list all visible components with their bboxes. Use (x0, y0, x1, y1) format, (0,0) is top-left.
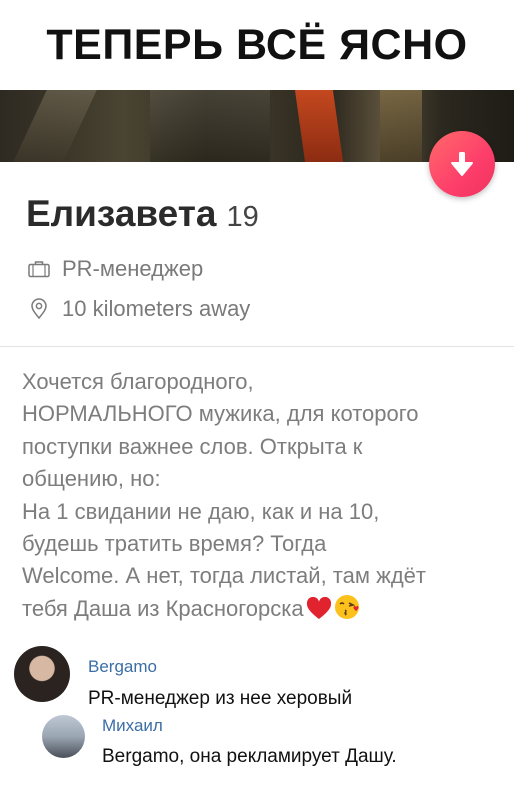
comment-body: Михаил Bergamo, она рекламирует Дашу. (102, 715, 397, 770)
bio-line: общению, но: (22, 466, 161, 492)
face-blowing-kiss-icon (334, 593, 362, 630)
section-divider (0, 346, 514, 347)
job-row: PR-менеджер (28, 256, 203, 282)
profile-age: 19 (226, 201, 259, 233)
bio-line: На 1 свидании не даю, как и на 10, (22, 498, 380, 524)
briefcase-icon (28, 258, 50, 280)
location-pin-icon (28, 298, 50, 320)
bio-last-line: тебя Даша из Красногорска (22, 593, 502, 630)
comment-text: PR-менеджер из нее херовый (88, 688, 353, 709)
avatar[interactable] (42, 715, 85, 758)
photo-detail (150, 90, 270, 162)
red-heart-icon (306, 596, 332, 630)
comment-text: Bergamo, она рекламирует Дашу. (102, 746, 397, 767)
collapse-profile-button[interactable] (429, 131, 495, 197)
comment-body: Bergamo PR-менеджер из нее херовый (88, 656, 352, 712)
bio-line: будешь тратить время? Тогда (22, 531, 327, 557)
comment-author[interactable]: Михаил (102, 715, 397, 737)
bio-line: Welcome. А нет, тогда листай, там ждёт (22, 563, 426, 589)
profile-name: Елизавета (26, 193, 217, 234)
comment-author[interactable]: Bergamo (88, 656, 352, 678)
comment-reply: Михаил Bergamo, она рекламирует Дашу. (42, 715, 397, 770)
profile-header: Елизавета 19 (26, 193, 259, 235)
photo-detail (380, 90, 422, 162)
job-title: PR-менеджер (62, 256, 204, 281)
distance-row: 10 kilometers away (28, 296, 250, 322)
avatar[interactable] (14, 646, 70, 702)
bio-line: поступки важнее слов. Открыта к (22, 433, 363, 459)
comments-section: Bergamo PR-менеджер из нее херовый Михаи… (0, 630, 514, 807)
photo-detail (294, 90, 344, 162)
arrow-down-icon (451, 152, 473, 176)
bio-line: тебя Даша из Красногорска (22, 595, 304, 621)
comment-item: Bergamo PR-менеджер из нее херовый (14, 646, 352, 712)
bio-line: НОРМАЛЬНОГО мужика, для которого (22, 401, 419, 427)
photo-detail (13, 90, 97, 162)
profile-bio: Хочется благородного, НОРМАЛЬНОГО мужика… (22, 366, 502, 630)
distance-text: 10 kilometers away (62, 296, 251, 321)
meme-caption: ТЕПЕРЬ ВСЁ ЯСНО (46, 20, 468, 69)
bio-line: Хочется благородного, (22, 369, 254, 394)
